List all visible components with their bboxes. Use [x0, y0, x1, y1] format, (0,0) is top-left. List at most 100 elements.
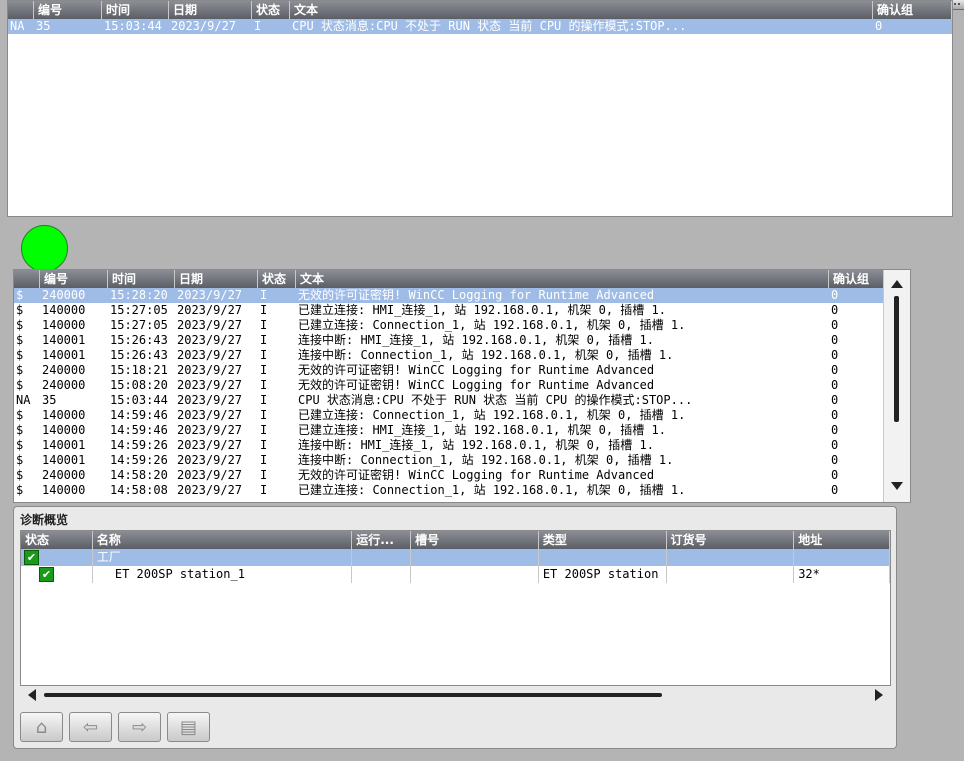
- column-header[interactable]: 确认组: [873, 1, 952, 19]
- alarm-cell: 无效的许可证密钥! WinCC Logging for Runtime Adva…: [298, 363, 655, 377]
- diag-cell-run: [352, 549, 412, 566]
- diag-cell-order: [667, 549, 795, 566]
- alarm-view-current: 编号 时间 日期 状态 文本 确认组 NA 35 15:03:44 2023/9/27 I CPU …: [7, 0, 953, 217]
- alarm-cell: 140000: [42, 483, 86, 497]
- alarm-cell: $: [16, 318, 24, 332]
- alarm-cell: 2023/9/27: [177, 363, 243, 377]
- alarm-row[interactable]: $140000 14:59:46 2023/9/27 I 已建立连接: HMI_连接_1…: [14, 423, 885, 438]
- alarm-row[interactable]: $140000 15:27:05 2023/9/27 I 已建立连接: HMI_连接_1…: [14, 303, 885, 318]
- diag-cell-slot: [411, 566, 539, 583]
- diagnostics-header: 状态 名称 运行... 槽号 类型 订货号 地址: [21, 531, 890, 549]
- alarm-cell: I: [260, 348, 268, 362]
- column-header[interactable]: 文本: [296, 270, 829, 288]
- alarm-cell: 0: [831, 408, 839, 422]
- scroll-thumb[interactable]: [894, 296, 899, 422]
- diag-column-header[interactable]: 名称: [93, 531, 353, 549]
- alarm-cell: 140000: [42, 408, 86, 422]
- alarm-cell: 无效的许可证密钥! WinCC Logging for Runtime Adva…: [298, 378, 655, 392]
- alarm-cell: 0: [831, 363, 839, 377]
- column-header[interactable]: 编号: [34, 1, 102, 19]
- alarm-cell: NA: [10, 19, 25, 33]
- diag-column-header[interactable]: 地址: [794, 531, 890, 549]
- detail-view-button[interactable]: ▤: [167, 712, 210, 742]
- alarm-cell: 2023/9/27: [177, 318, 243, 332]
- alarm-row[interactable]: NA 35 15:03:44 2023/9/27 I CPU 状态消息:CPU 不处于 R…: [8, 19, 952, 34]
- diag-cell-run: [352, 566, 412, 583]
- alarm-row[interactable]: $240000 14:58:20 2023/9/27 I 无效的许可证密钥! WinCC…: [14, 468, 885, 483]
- alarm-row[interactable]: $140000 14:59:46 2023/9/27 I 已建立连接: Connecti…: [14, 408, 885, 423]
- alarm-cell: 连接中断: Connection_1, 站 192.168.0.1, 机架 0,…: [298, 453, 674, 467]
- alarm-cell: I: [260, 423, 268, 437]
- alarm-row[interactable]: $140000 15:27:05 2023/9/27 I 已建立连接: Connecti…: [14, 318, 885, 333]
- scroll-left-icon[interactable]: [28, 689, 36, 701]
- alarm-cell: 2023/9/27: [177, 453, 243, 467]
- column-header[interactable]: 时间: [108, 270, 175, 288]
- scroll-right-icon[interactable]: [875, 689, 883, 701]
- diag-cell-order: [667, 566, 795, 583]
- alarm-cell: 0: [831, 318, 839, 332]
- column-header[interactable]: 状态: [252, 1, 290, 19]
- status-ok-icon: ✔: [24, 550, 39, 565]
- column-header[interactable]: 日期: [175, 270, 258, 288]
- alarm-cell: 14:58:08: [110, 483, 168, 497]
- column-header[interactable]: 时间: [102, 1, 169, 19]
- alarm-cell: CPU 状态消息:CPU 不处于 RUN 状态 当前 CPU 的操作模式:STO…: [292, 19, 687, 33]
- alarm-cell: I: [260, 408, 268, 422]
- alarm-row[interactable]: $140000 14:58:08 2023/9/27 I 已建立连接: Connecti…: [14, 483, 885, 498]
- alarm-row[interactable]: NA 35 15:03:44 2023/9/27 I CPU 状态消息:CPU 不处于 R…: [14, 393, 885, 408]
- alarm-cell: 2023/9/27: [177, 333, 243, 347]
- diag-column-header[interactable]: 类型: [539, 531, 667, 549]
- alarm-cell: 15:03:44: [110, 393, 168, 407]
- alarm-row[interactable]: $140001 14:59:26 2023/9/27 I 连接中断: HMI_连接_1,…: [14, 438, 885, 453]
- alarm-row[interactable]: $140001 14:59:26 2023/9/27 I 连接中断: Connectio…: [14, 453, 885, 468]
- alarm-view-log: 编号 时间 日期 状态 文本 确认组 $240000 15:28:20 2023/9/27 I 无…: [13, 269, 911, 503]
- alarm-cell: 35: [42, 393, 57, 407]
- alarm-cell: $: [16, 288, 24, 302]
- alarm-cell: 14:59:46: [110, 408, 168, 422]
- forward-button[interactable]: ⇨: [118, 712, 161, 742]
- column-header[interactable]: [8, 1, 34, 19]
- alarm-cell: 已建立连接: Connection_1, 站 192.168.0.1, 机架 0…: [298, 483, 686, 497]
- diagnostics-title: 诊断概览: [20, 513, 69, 527]
- diag-status-cell: ✔: [21, 566, 93, 583]
- hscroll-thumb[interactable]: [44, 693, 662, 697]
- alarm-cell: 140000: [42, 318, 86, 332]
- column-header[interactable]: 日期: [169, 1, 252, 19]
- diag-cell-slot: [411, 549, 539, 566]
- alarm-cell: 连接中断: HMI_连接_1, 站 192.168.0.1, 机架 0, 插槽 …: [298, 333, 654, 347]
- alarm-cell: 已建立连接: HMI_连接_1, 站 192.168.0.1, 机架 0, 插槽…: [298, 423, 666, 437]
- alarm-log-scrollbar[interactable]: [883, 270, 910, 502]
- alarm-row[interactable]: $140001 15:26:43 2023/9/27 I 连接中断: HMI_连接_1,…: [14, 333, 885, 348]
- column-header[interactable]: 确认组: [829, 270, 885, 288]
- alarm-row[interactable]: $140001 15:26:43 2023/9/27 I 连接中断: Connectio…: [14, 348, 885, 363]
- alarm-cell: $: [16, 438, 24, 452]
- alarm-cell: 2023/9/27: [177, 303, 243, 317]
- diag-status-cell: ✔: [21, 549, 93, 566]
- column-header[interactable]: 编号: [40, 270, 108, 288]
- diagnostics-hscrollbar[interactable]: [20, 687, 891, 703]
- alarm-cell: $: [16, 333, 24, 347]
- alarm-cell: 140001: [42, 333, 86, 347]
- diag-row[interactable]: ✔ 工厂: [21, 549, 890, 566]
- alarm-cell: 2023/9/27: [177, 438, 243, 452]
- column-header[interactable]: 状态: [258, 270, 296, 288]
- alarm-cell: 35: [36, 19, 51, 33]
- back-button[interactable]: ⇦: [69, 712, 112, 742]
- scroll-down-icon[interactable]: [891, 482, 903, 490]
- alarm-row[interactable]: $240000 15:08:20 2023/9/27 I 无效的许可证密钥! WinCC…: [14, 378, 885, 393]
- diag-row[interactable]: ✔ ET 200SP station_1 ET 200SP station 32*: [21, 566, 890, 583]
- diag-column-header[interactable]: 运行...: [352, 531, 412, 549]
- alarm-row[interactable]: $240000 15:28:20 2023/9/27 I 无效的许可证密钥! WinCC…: [14, 288, 885, 303]
- column-header[interactable]: 文本: [290, 1, 873, 19]
- diag-column-header[interactable]: 状态: [21, 531, 93, 549]
- alarm-cell: I: [260, 378, 268, 392]
- diag-column-header[interactable]: 订货号: [667, 531, 795, 549]
- alarm-cell: 15:18:21: [110, 363, 168, 377]
- scroll-up-icon[interactable]: [891, 280, 903, 288]
- column-header[interactable]: [14, 270, 40, 288]
- diag-column-header[interactable]: 槽号: [411, 531, 539, 549]
- alarm-cell: $: [16, 483, 24, 497]
- home-button[interactable]: ⌂: [20, 712, 63, 742]
- alarm-row[interactable]: $240000 15:18:21 2023/9/27 I 无效的许可证密钥! WinCC…: [14, 363, 885, 378]
- arrow-left-icon: ⇦: [82, 716, 99, 738]
